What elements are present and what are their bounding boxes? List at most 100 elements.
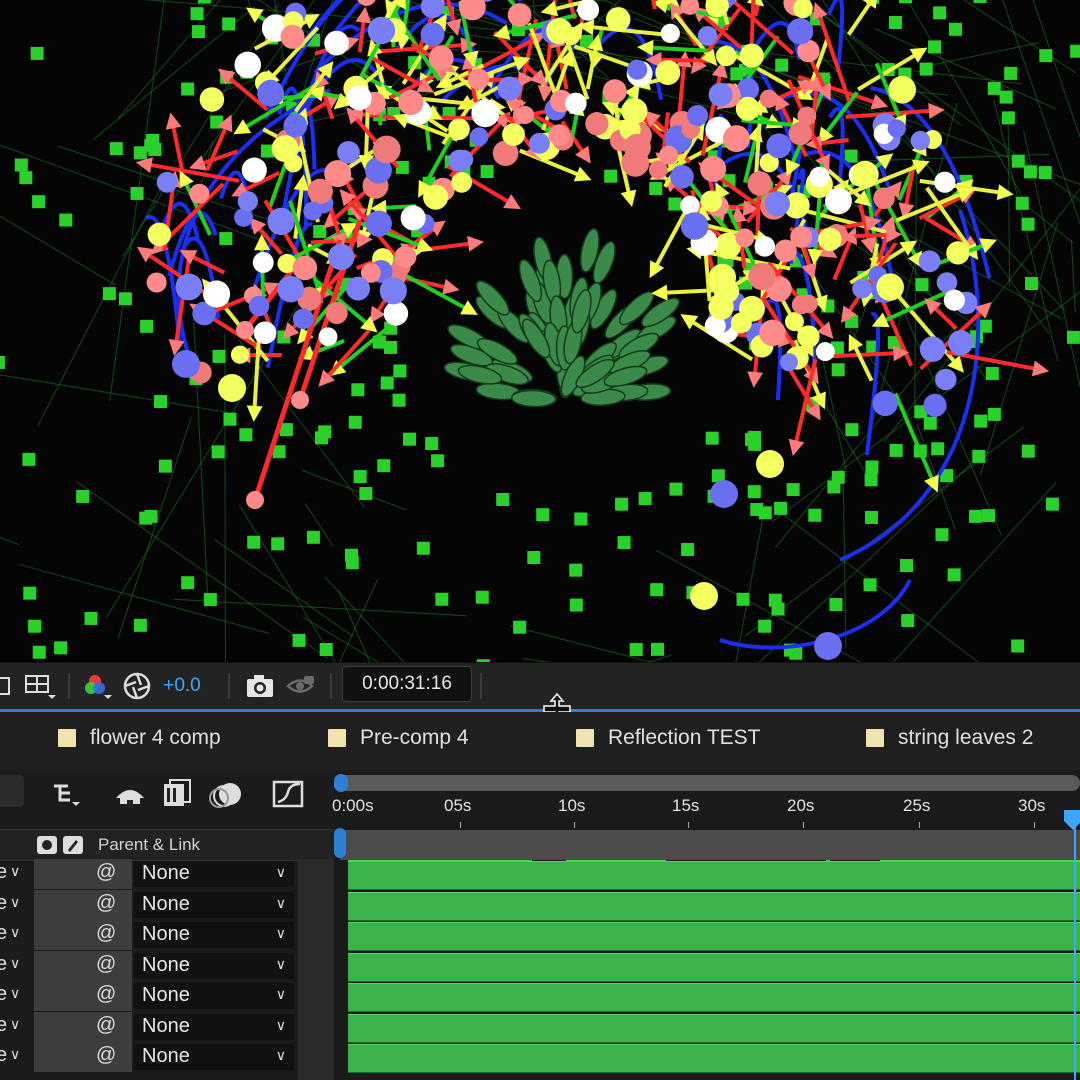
keyframe-square (351, 383, 365, 397)
handle-arrow (680, 314, 699, 330)
pick-whip-icon[interactable]: @ (96, 892, 116, 915)
keyframe-dot (680, 212, 709, 240)
keyframe-dot (325, 301, 348, 325)
layer-row[interactable]: e ∨ @ None ∨ (0, 889, 334, 920)
motion-path (517, 0, 523, 3)
snapshot-camera-icon[interactable] (244, 671, 276, 701)
chevron-down-icon[interactable]: ∨ (10, 863, 20, 880)
show-snapshot-icon[interactable] (284, 671, 318, 701)
pick-whip-icon[interactable]: @ (96, 1044, 116, 1067)
keyframe-square (831, 363, 845, 377)
keyframe-dot (851, 160, 879, 189)
hierarchy-icon[interactable] (50, 778, 86, 810)
handle-arrow (649, 260, 665, 279)
transparency-grid-icon[interactable] (22, 671, 58, 701)
keyframe-square (638, 492, 652, 506)
current-time-indicator[interactable] (1074, 810, 1076, 1080)
toolbar-separator (480, 673, 482, 699)
chevron-down-icon[interactable]: ∨ (10, 1046, 20, 1063)
layer-row[interactable]: e ∨ @ None ∨ (0, 920, 334, 950)
layer-duration-bar[interactable] (348, 922, 1080, 951)
region-of-interest-icon[interactable] (0, 671, 12, 701)
parent-dropdown[interactable]: None ∨ (134, 1013, 294, 1040)
layer-duration-bar[interactable] (348, 1013, 1080, 1043)
layer-row[interactable]: e ∨ @ None ∨ (0, 1011, 334, 1042)
keyframe-dot (337, 140, 360, 164)
keyframe-dot (700, 190, 723, 213)
reset-exposure-icon[interactable] (122, 671, 152, 701)
parent-dropdown[interactable]: None ∨ (134, 952, 294, 979)
exposure-value[interactable]: +0.0 (160, 671, 204, 701)
keyframe-square (845, 423, 859, 437)
pick-whip-icon[interactable]: @ (96, 983, 116, 1006)
keyframe-square (203, 593, 217, 607)
draft-3d-icon[interactable] (112, 778, 148, 810)
time-navigator-start-handle[interactable] (334, 774, 348, 792)
keyframe-dot (910, 130, 931, 151)
pick-whip-icon[interactable]: @ (96, 1014, 116, 1037)
pick-whip-icon[interactable]: @ (96, 861, 116, 884)
time-navigator-bar[interactable] (338, 775, 1080, 791)
keyframe-dot (943, 289, 965, 311)
tab-reflection-test[interactable]: Reflection TEST (576, 726, 761, 750)
motion-blur-icon[interactable] (208, 778, 244, 810)
truncated-mode-label: e (0, 1013, 8, 1036)
parent-dropdown[interactable]: None ∨ (134, 983, 294, 1009)
tab-pre-comp-4[interactable]: Pre-comp 4 (328, 726, 469, 750)
work-area-start-handle[interactable] (334, 828, 346, 858)
frame-blending-icon[interactable] (160, 778, 196, 810)
keyframe-dot (448, 118, 470, 140)
tab-string-leaves-2[interactable]: string leaves 2 (866, 726, 1033, 750)
time-ruler[interactable]: 0:00s 05s 10s 15s 20s 25s 30s (332, 796, 1080, 828)
handle-arrow (291, 391, 309, 409)
keyframe-dot (876, 273, 904, 301)
keyframe-square (863, 578, 877, 592)
composition-viewer[interactable] (0, 0, 1080, 662)
work-area-bar[interactable] (340, 830, 1080, 860)
lock-column-icon[interactable] (62, 835, 84, 860)
handle-arrow (165, 112, 182, 130)
graph-editor-icon[interactable] (270, 778, 306, 810)
layer-duration-bar[interactable] (348, 891, 1080, 921)
parent-dropdown[interactable]: None ∨ (134, 1044, 294, 1070)
pick-whip-icon[interactable]: @ (96, 922, 116, 945)
layer-duration-bar[interactable] (348, 983, 1080, 1012)
layer-duration-bar[interactable] (348, 952, 1080, 982)
keyframe-dot (327, 243, 355, 271)
layer-duration-bar[interactable] (348, 1044, 1080, 1073)
keyframe-dot (454, 149, 474, 169)
keyframe-dot (451, 171, 472, 193)
chevron-down-icon[interactable]: ∨ (10, 894, 20, 911)
keyframe-dot (218, 374, 246, 402)
path-line (979, 222, 1059, 476)
parent-dropdown[interactable]: None ∨ (134, 891, 294, 918)
chevron-down-icon[interactable]: ∨ (10, 924, 20, 941)
parent-link-column-label[interactable]: Parent & Link (98, 835, 200, 855)
keyframe-dot (394, 245, 417, 268)
layer-search-input[interactable] (0, 775, 24, 807)
path-line (1070, 240, 1076, 313)
pick-whip-icon[interactable]: @ (96, 953, 116, 976)
layer-row[interactable]: e ∨ @ None ∨ (0, 1042, 334, 1072)
keyframe-square (348, 415, 362, 429)
chevron-down-icon[interactable]: ∨ (10, 985, 20, 1002)
layer-row[interactable]: e ∨ @ None ∨ (0, 950, 334, 981)
keyframe-dot (318, 327, 338, 347)
keyframe-dot (715, 45, 737, 67)
keyframe-square (23, 586, 37, 600)
solo-column-icon[interactable] (36, 835, 58, 860)
layer-row[interactable]: e ∨ @ None ∨ (0, 981, 334, 1011)
chevron-down-icon[interactable]: ∨ (10, 1016, 20, 1033)
layer-duration-bar[interactable] (348, 861, 1080, 890)
parent-dropdown[interactable]: None ∨ (134, 922, 294, 948)
tab-flower-4-comp[interactable]: flower 4 comp (58, 726, 221, 750)
keyframe-square (416, 541, 430, 555)
keyframe-square (901, 614, 915, 628)
keyframe-square (745, 432, 759, 446)
current-time-display[interactable]: 0:00:31:16 (342, 666, 472, 702)
chevron-down-icon[interactable]: ∨ (10, 955, 20, 972)
channel-color-icon[interactable] (82, 671, 114, 701)
parent-dropdown[interactable]: None ∨ (134, 861, 294, 887)
layer-row[interactable]: e ∨ @ None ∨ (0, 859, 334, 889)
keyframe-square (314, 431, 328, 445)
